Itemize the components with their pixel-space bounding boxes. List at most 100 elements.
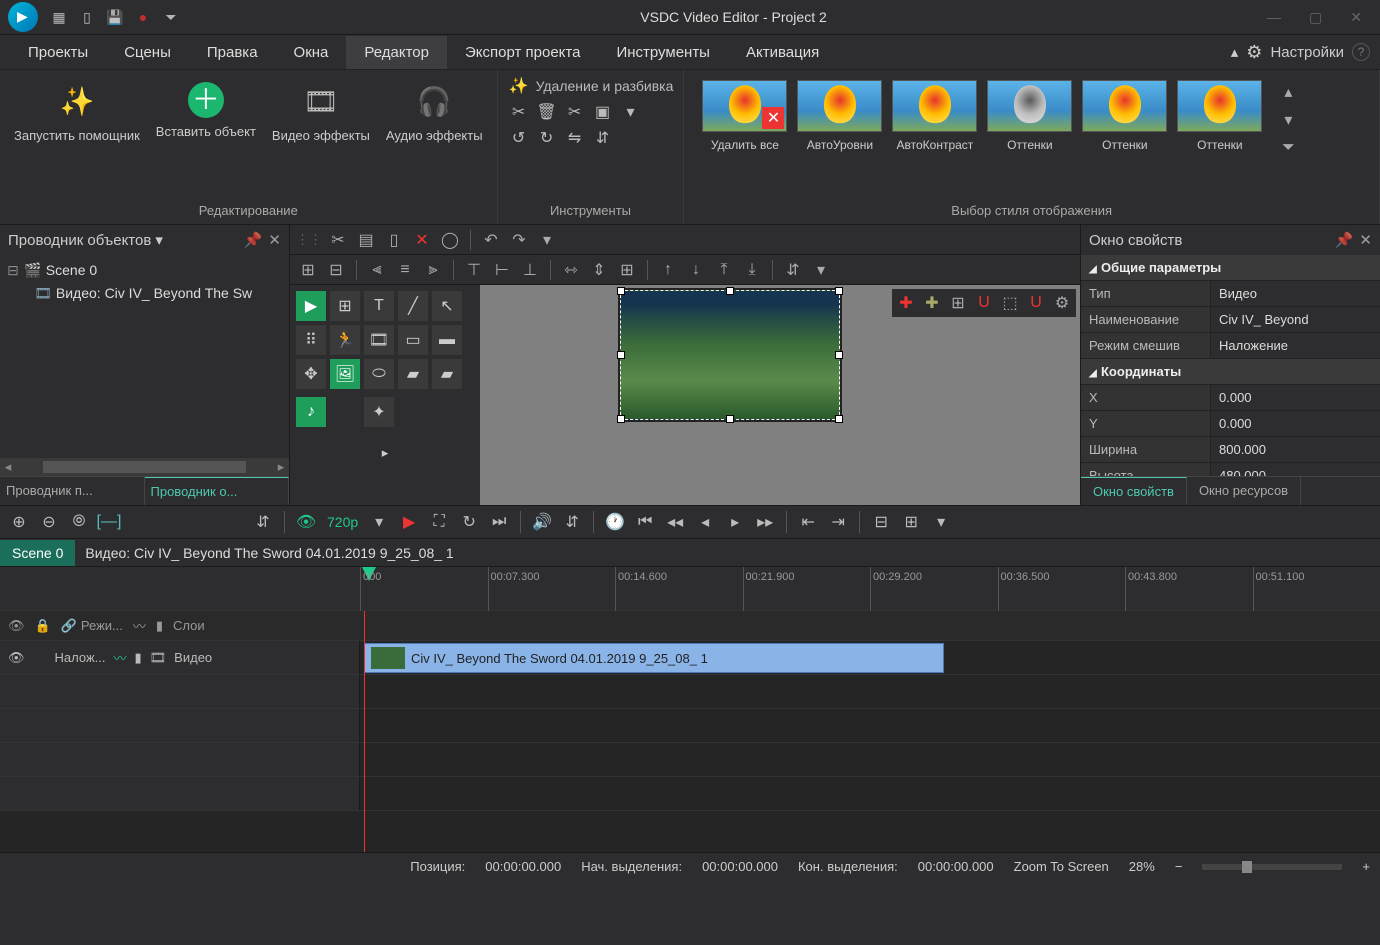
zoom-out-icon[interactable]: −	[1175, 859, 1183, 874]
handle-tl[interactable]	[617, 287, 625, 295]
zoom-in-icon[interactable]: +	[1362, 859, 1370, 874]
props-tab-1[interactable]: Окно свойств	[1081, 477, 1187, 505]
tree-video-node[interactable]: 🎞 Видео: Civ IV_ Beyond The Sw	[6, 282, 283, 305]
track-eye-icon[interactable]: 👁	[8, 650, 25, 666]
tl-fit-icon[interactable]: ⦾	[66, 509, 92, 535]
qat-dropdown-icon[interactable]: ⏷	[162, 8, 180, 26]
collapse-icon[interactable]: ⊟	[6, 262, 20, 279]
ribbon-video-effects-button[interactable]: 🎞 Видео эффекты	[268, 76, 374, 150]
menu-scenes[interactable]: Сцены	[106, 36, 189, 69]
tb-end-more-icon[interactable]: ▾	[809, 258, 833, 282]
tl-first-icon[interactable]: ⏮	[632, 509, 658, 535]
rotate-left-icon[interactable]: ↺	[508, 128, 530, 148]
settings-gear-icon[interactable]: ⚙	[1246, 42, 1262, 63]
tl-mark-out-icon[interactable]: ⇥	[825, 509, 851, 535]
tl-mark-in-icon[interactable]: ⇤	[795, 509, 821, 535]
scroll-thumb[interactable]	[43, 461, 245, 473]
style-hues-1[interactable]: Оттенки	[987, 80, 1072, 160]
tl-end-dd-icon[interactable]: ▾	[928, 509, 954, 535]
tool-move-icon[interactable]: ✥	[296, 359, 326, 389]
breadcrumb-scene[interactable]: Scene 0	[0, 540, 75, 566]
tl-zoomin-icon[interactable]: ⊕	[6, 509, 32, 535]
menu-editor[interactable]: Редактор	[346, 36, 447, 69]
timeline-ruler[interactable]: 000 00:07.300 00:14.600 00:21.900 00:29.…	[360, 567, 1380, 610]
tl-dropdown-icon[interactable]: ⇵	[250, 509, 276, 535]
toolbox-expand-icon[interactable]: ▸	[296, 445, 474, 461]
settings-label[interactable]: Настройки	[1270, 44, 1344, 61]
zoom-slider-thumb[interactable]	[1242, 861, 1252, 873]
menu-projects[interactable]: Проекты	[10, 36, 106, 69]
tool-shape2-icon[interactable]: ▰	[432, 359, 462, 389]
tool-image-icon[interactable]: 🖼	[330, 359, 360, 389]
zoom-slider[interactable]	[1202, 864, 1342, 870]
align-top-icon[interactable]: ⊤	[462, 258, 486, 282]
tool-arrow-icon[interactable]: ↖	[432, 291, 462, 321]
menu-windows[interactable]: Окна	[276, 36, 347, 69]
dist-h-icon[interactable]: ⇿	[559, 258, 583, 282]
tree-scene-node[interactable]: ⊟ 🎬 Scene 0	[6, 259, 283, 282]
breadcrumb-path[interactable]: Видео: Civ IV_ Beyond The Sword 04.01.20…	[75, 545, 463, 561]
handle-lm[interactable]	[617, 351, 625, 359]
align-bot-icon[interactable]: ⊥	[518, 258, 542, 282]
gallery-more-icon[interactable]: ⏷	[1276, 136, 1300, 160]
track-bar-icon[interactable]: ▮	[135, 650, 142, 666]
tl-bracket-icon[interactable]: [—]	[96, 509, 122, 535]
track-body[interactable]: Civ IV_ Beyond The Sword 04.01.2019 9_25…	[360, 641, 1380, 674]
qat-record-icon[interactable]: ●	[134, 8, 152, 26]
menu-notifications-icon[interactable]: ▴	[1231, 43, 1239, 61]
tl-snap-icon[interactable]: ⊞	[898, 509, 924, 535]
tb-copy-icon[interactable]: ▯	[382, 228, 406, 252]
tb-cut-icon[interactable]: ✂	[326, 228, 350, 252]
cv-gear-icon[interactable]: ⚙	[1050, 291, 1074, 315]
handle-rm[interactable]	[835, 351, 843, 359]
wave-col-icon[interactable]: 〰	[133, 616, 146, 635]
tl-split-icon[interactable]: ⊟	[868, 509, 894, 535]
props-pin-icon[interactable]: 📌	[1335, 231, 1354, 249]
tl-eye-icon[interactable]: 👁	[293, 509, 319, 535]
style-hues-2[interactable]: Оттенки	[1082, 80, 1167, 160]
tb-list-icon[interactable]: ▤	[354, 228, 378, 252]
cv-sel-icon[interactable]: ⬚	[998, 291, 1022, 315]
video-preview[interactable]	[620, 290, 840, 420]
tool-dots-icon[interactable]: ⠿	[296, 325, 326, 355]
cv-plus2-icon[interactable]: ✚	[920, 291, 944, 315]
style-delete-all[interactable]: ✕ Удалить все	[702, 80, 787, 160]
handle-br[interactable]	[835, 415, 843, 423]
preview-canvas[interactable]: ✚ ✚ ⊞ U ⬚ U ⚙	[480, 285, 1080, 505]
align-mid-icon[interactable]: ⊢	[490, 258, 514, 282]
trash-icon[interactable]: 🗑	[536, 102, 558, 122]
explorer-tab-1[interactable]: Проводник п...	[0, 477, 145, 505]
dist-v-icon[interactable]: ⇕	[587, 258, 611, 282]
dropdown-icon[interactable]: ▾	[620, 102, 642, 122]
tl-fullscreen-icon[interactable]: ⛶	[426, 509, 452, 535]
tool-line-icon[interactable]: ╱	[398, 291, 428, 321]
tool-grid-icon[interactable]: ⊞	[330, 291, 360, 321]
tool-run-icon[interactable]: 🏃	[330, 325, 360, 355]
ribbon-audio-effects-button[interactable]: 🎧 Аудио эффекты	[382, 76, 487, 150]
tb-circle-icon[interactable]: ◯	[438, 228, 462, 252]
tl-vol-dd-icon[interactable]: ⇵	[559, 509, 585, 535]
menu-tools[interactable]: Инструменты	[598, 36, 728, 69]
menu-edit[interactable]: Правка	[189, 36, 276, 69]
gallery-up-icon[interactable]: ▴	[1276, 80, 1300, 104]
tool-ellipse-icon[interactable]: ⬭	[364, 359, 394, 389]
menu-export[interactable]: Экспорт проекта	[447, 36, 598, 69]
props-close-icon[interactable]: ✕	[1359, 231, 1372, 249]
eye-col-icon[interactable]: 👁	[8, 618, 25, 634]
tl-next-icon[interactable]: ▸▸	[752, 509, 778, 535]
explorer-tab-2[interactable]: Проводник о...	[145, 477, 290, 505]
track-wave-icon[interactable]: 〰	[113, 648, 126, 667]
props-general-section[interactable]: ◢Общие параметры	[1081, 255, 1380, 281]
status-zoom-mode[interactable]: Zoom To Screen	[1014, 859, 1109, 874]
tl-next1-icon[interactable]: ▸	[722, 509, 748, 535]
link-col-icon[interactable]: 🔗	[61, 618, 77, 634]
cut-icon[interactable]: ✂	[508, 102, 530, 122]
cv-plus-icon[interactable]: ✚	[894, 291, 918, 315]
tl-prev-icon[interactable]: ◂◂	[662, 509, 688, 535]
gallery-down-icon[interactable]: ▾	[1276, 108, 1300, 132]
object-tree[interactable]: ⊟ 🎬 Scene 0 🎞 Видео: Civ IV_ Beyond The …	[0, 255, 289, 458]
qat-new-icon[interactable]: ▦	[50, 8, 68, 26]
grid-icon[interactable]: ⊞	[615, 258, 639, 282]
tl-skip-icon[interactable]: ⏭	[486, 509, 512, 535]
maximize-button[interactable]: ▢	[1309, 9, 1322, 26]
